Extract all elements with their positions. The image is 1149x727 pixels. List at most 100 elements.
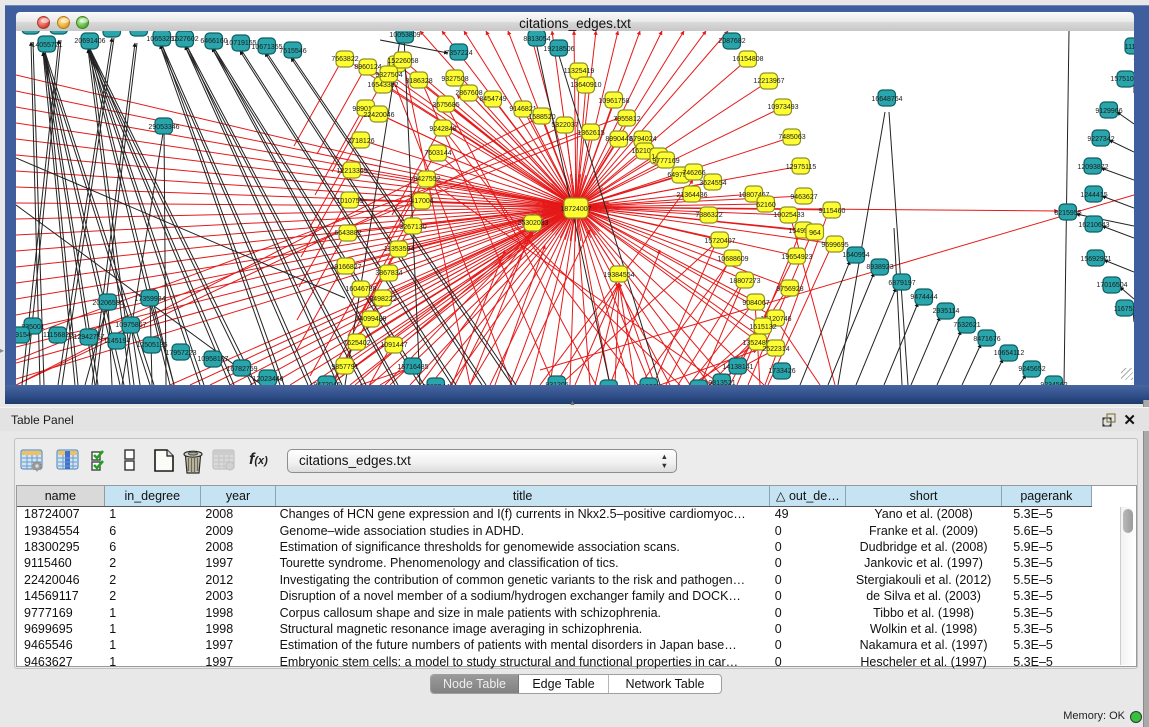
svg-text:6643882: 6643882 [334,230,361,237]
svg-text:3267130: 3267130 [399,224,426,231]
svg-text:8215955: 8215955 [1054,210,1081,217]
svg-text:417004: 417004 [410,198,433,205]
svg-text:7625402: 7625402 [343,340,370,347]
svg-text:6466160: 6466160 [200,38,227,45]
svg-text:8813054: 8813054 [523,36,550,43]
svg-text:7386322: 7386322 [695,212,722,219]
svg-text:964: 964 [809,230,821,237]
svg-text:3624554: 3624554 [699,180,726,187]
svg-text:1588520: 1588520 [528,114,555,121]
svg-text:17957223: 17957223 [165,350,196,357]
svg-text:3867834: 3867834 [375,270,402,277]
svg-text:11172: 11172 [1125,44,1134,51]
svg-text:1527602: 1527602 [171,36,198,43]
svg-text:1244415: 1244415 [1080,192,1107,199]
svg-text:25302033: 25302033 [517,220,548,227]
svg-text:15692971: 15692971 [1080,256,1111,263]
svg-text:10025433: 10025433 [773,212,804,219]
svg-text:18807273: 18807273 [729,278,760,285]
svg-text:12942757: 12942757 [73,334,104,341]
svg-text:2718126: 2718126 [347,138,374,145]
svg-text:15720407: 15720407 [704,238,735,245]
svg-text:1091447: 1091447 [380,342,407,349]
svg-text:12093872: 12093872 [1077,164,1108,171]
svg-text:9327508: 9327508 [441,76,468,83]
svg-text:11325419: 11325419 [564,68,595,75]
svg-text:9115460: 9115460 [819,208,846,215]
svg-text:14138141: 14138141 [722,364,753,371]
svg-text:15751024: 15751024 [1110,76,1134,83]
svg-text:9084067: 9084067 [742,300,769,307]
svg-text:11156829: 11156829 [43,332,73,339]
svg-text:62160: 62160 [756,202,776,209]
svg-text:19218506: 19218506 [543,46,574,53]
svg-text:16648764: 16648764 [871,96,902,103]
svg-text:9777169: 9777169 [652,158,679,165]
svg-text:3675685: 3675685 [432,102,459,109]
svg-text:8427552: 8427552 [413,176,440,183]
svg-text:19654923: 19654923 [781,254,812,261]
svg-text:7663822: 7663822 [331,56,358,63]
svg-text:10654112: 10654112 [994,350,1025,357]
svg-text:7955812: 7955812 [613,116,640,123]
svg-text:11353594: 11353594 [384,246,415,253]
svg-text:9857791: 9857791 [331,364,358,371]
svg-text:10973493: 10973493 [767,104,798,111]
svg-text:18724007: 18724007 [560,206,591,213]
svg-text:10975867: 10975867 [115,322,146,329]
svg-text:1010755: 1010755 [336,198,363,205]
svg-text:17359934: 17359934 [134,296,165,303]
svg-text:9245652: 9245652 [1018,366,1045,373]
svg-text:2522314: 2522314 [762,346,789,353]
svg-text:1362615: 1362615 [577,130,604,137]
svg-text:16154808: 16154808 [732,56,763,63]
svg-text:1640954: 1640954 [842,252,869,259]
svg-text:9463627: 9463627 [790,194,817,201]
svg-text:12975115: 12975115 [786,164,817,171]
svg-text:12213967: 12213967 [753,78,784,85]
svg-text:13640910: 13640910 [570,82,601,89]
svg-text:29053346: 29053346 [148,124,179,131]
svg-text:7357224: 7357224 [445,50,472,57]
svg-text:14055721: 14055721 [31,42,62,49]
svg-text:19166827: 19166827 [330,264,361,271]
svg-text:2087682: 2087682 [718,38,745,45]
svg-text:16210643: 16210643 [1078,222,1109,229]
svg-text:8454749: 8454749 [479,96,506,103]
svg-text:9699695: 9699695 [821,242,848,249]
svg-text:10053809: 10053809 [389,32,420,39]
svg-text:9227342: 9227342 [1087,136,1114,143]
svg-text:54099489: 54099489 [355,316,386,323]
svg-text:9327504: 9327504 [375,72,402,79]
svg-text:9129966: 9129966 [1095,108,1122,115]
svg-text:8471676: 8471676 [973,336,1000,343]
svg-text:2935114: 2935114 [933,308,960,315]
svg-text:1733426: 1733426 [768,368,795,375]
svg-text:10958107: 10958107 [197,356,228,363]
svg-text:6879197: 6879197 [888,280,915,287]
svg-text:12213369: 12213369 [336,168,367,175]
svg-text:1615132: 1615132 [749,324,776,331]
svg-text:9474444: 9474444 [910,294,937,301]
svg-text:3498222: 3498222 [369,296,396,303]
svg-text:39154: 39154 [16,332,31,339]
svg-text:746266: 746266 [682,170,705,177]
svg-text:116753: 116753 [1114,306,1134,313]
svg-text:8186328: 8186328 [405,78,432,85]
svg-text:5322037: 5322037 [551,122,578,129]
svg-text:15226058: 15226058 [387,58,418,65]
svg-text:21364436: 21364436 [676,192,707,199]
svg-text:22420046: 22420046 [363,112,394,119]
svg-text:16543382: 16543382 [367,82,398,89]
svg-text:7632621: 7632621 [953,322,980,329]
svg-text:1145194: 1145194 [104,338,131,345]
svg-text:6794024: 6794024 [629,136,656,143]
svg-text:15716485: 15716485 [397,364,428,371]
svg-text:16782759: 16782759 [226,366,257,373]
svg-text:8938923: 8938923 [866,264,893,271]
svg-text:10688609: 10688609 [717,256,748,263]
svg-text:20691406: 20691406 [74,38,105,45]
svg-text:20206556: 20206556 [92,300,123,307]
svg-text:7485063: 7485063 [778,134,805,141]
svg-text:17016504: 17016504 [1096,282,1127,289]
